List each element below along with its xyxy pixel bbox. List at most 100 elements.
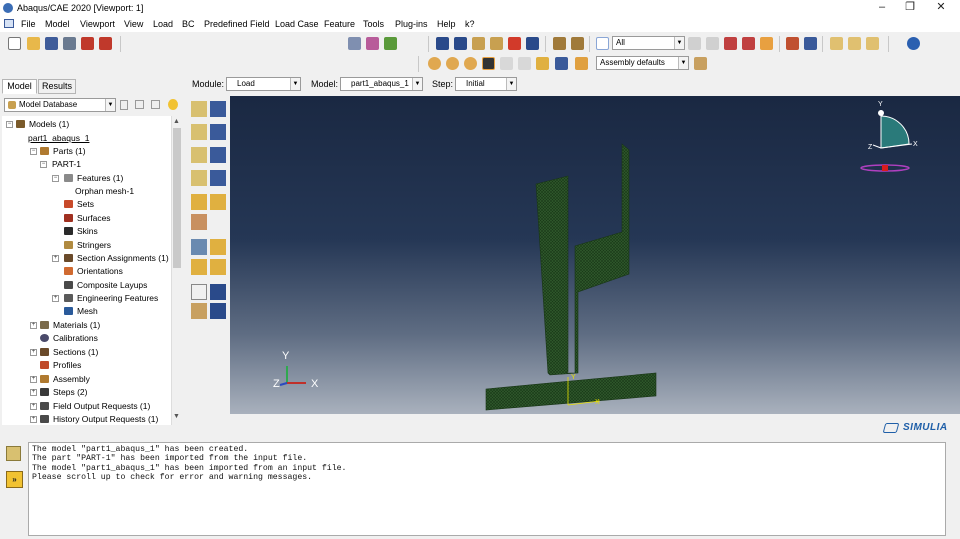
table-icon[interactable] [804,37,817,50]
menu-plugins[interactable]: Plug-ins [395,19,428,29]
tree-item-sets[interactable]: Sets [64,198,94,210]
filter-icon[interactable] [168,99,178,110]
collapse-toggle[interactable]: − [6,121,13,128]
cycle-view-icon[interactable] [526,37,539,50]
new-file-icon[interactable] [8,37,21,50]
info-icon[interactable] [907,37,920,50]
minimize-button[interactable]: – [867,0,897,16]
tree-item-mesh[interactable]: Mesh [64,305,98,317]
tree-item-section-assignments[interactable]: Section Assignments (1) [64,252,169,264]
auto-fit-icon[interactable] [508,37,521,50]
module-combo[interactable]: Load ▼ [226,77,301,91]
load-manager-icon[interactable] [210,101,226,117]
print-icon[interactable] [63,37,76,50]
collapse-toggle[interactable]: − [30,148,37,155]
shaded-view-icon[interactable] [384,37,397,50]
view-front-icon[interactable] [848,37,861,50]
query-tool-icon[interactable] [191,303,207,319]
select-arrow-icon[interactable] [596,37,609,50]
tree-item-assembly[interactable]: Assembly [40,373,90,385]
load-case-manager-icon[interactable] [210,170,226,186]
save-icon[interactable] [45,37,58,50]
meshed-part[interactable] [485,143,657,411]
tree-item-skins[interactable]: Skins [64,225,98,237]
menu-feature[interactable]: Feature [324,19,355,29]
expand-toggle[interactable]: + [30,349,37,356]
expand-toggle[interactable]: + [30,416,37,423]
maximize-button[interactable]: ❐ [895,0,925,16]
menu-load[interactable]: Load [153,19,173,29]
pan-icon[interactable] [436,37,449,50]
model-database-combo[interactable]: Model Database ▼ [4,98,116,112]
special-icon[interactable] [191,214,207,230]
color-view-icon[interactable] [366,37,379,50]
tree-item-parts[interactable]: Parts (1) [40,145,86,157]
menu-file[interactable]: File [21,19,36,29]
tree-scrollbar[interactable]: ▲ ▼ [171,116,182,425]
tree-item-features[interactable]: Features (1) [64,172,123,184]
expand-toggle[interactable]: + [52,255,59,262]
tree-item-models[interactable]: Models (1) [16,118,69,130]
menu-predefined-field[interactable]: Predefined Field [204,19,270,29]
tree-item-model[interactable]: part1_abaqus_1 [28,132,89,144]
tree-item-stringers[interactable]: Stringers [64,239,111,251]
menu-help[interactable]: Help [437,19,456,29]
datum-csys-icon[interactable] [210,284,226,300]
tab-results[interactable]: Results [38,79,76,94]
render-icon[interactable] [571,37,584,50]
expand-toggle[interactable]: + [30,403,37,410]
menu-bc[interactable]: BC [182,19,195,29]
render-style-combo[interactable]: Assembly defaults ▼ [596,56,689,70]
select-chain-icon[interactable] [742,37,755,50]
amplitude-manager-icon[interactable] [210,194,226,210]
select-drag-icon[interactable] [724,37,737,50]
tree-item-calibrations[interactable]: Calibrations [40,332,98,344]
expand-toggle[interactable]: + [30,322,37,329]
tree-item-engineering-features[interactable]: Engineering Features [64,292,158,304]
sort-icon[interactable] [120,100,128,110]
create-load-icon[interactable] [191,101,207,117]
scroll-thumb[interactable] [173,128,181,268]
create-load-case-icon[interactable] [191,170,207,186]
partition-icon[interactable] [191,239,207,255]
select-box-icon[interactable] [706,37,719,50]
menu-model[interactable]: Model [45,19,70,29]
query-icon[interactable] [786,37,799,50]
zoom-box-icon[interactable] [490,37,503,50]
magnify-icon[interactable] [472,37,485,50]
create-bc-icon[interactable] [191,124,207,140]
tree-item-steps[interactable]: Steps (2) [40,386,88,398]
tree-item-history-output-requests[interactable]: History Output Requests (1) [40,413,158,425]
message-area-icon[interactable] [6,446,21,461]
view-side-icon[interactable] [866,37,879,50]
menu-load-case[interactable]: Load Case [275,19,319,29]
expand-toggle[interactable]: + [30,376,37,383]
expand-icon[interactable] [151,100,160,109]
align-icon[interactable] [553,37,566,50]
menu-tools[interactable]: Tools [363,19,384,29]
system-menu-icon[interactable] [4,19,14,28]
collapse-toggle[interactable]: − [52,175,59,182]
create-set-icon[interactable] [191,259,207,275]
expand-toggle[interactable]: + [52,295,59,302]
command-line-icon[interactable]: » [6,471,23,488]
step-combo[interactable]: Initial ▼ [455,77,517,91]
beam-icon[interactable] [464,57,477,70]
display-options-icon[interactable] [575,57,588,70]
pin-icon[interactable] [482,57,495,70]
tree-item-orphan-mesh[interactable]: Orphan mesh-1 [75,185,134,197]
selection-filter-combo[interactable]: All ▼ [612,36,685,50]
expand-toggle[interactable]: + [30,389,37,396]
redo-icon[interactable] [518,57,531,70]
tree-item-profiles[interactable]: Profiles [40,359,81,371]
triad-tool-icon[interactable] [210,303,226,319]
tree-item-field-output-requests[interactable]: Field Output Requests (1) [40,400,150,412]
view-iso-icon[interactable] [830,37,843,50]
collapse-toggle[interactable]: − [40,161,47,168]
context-help-icon[interactable]: k? [465,19,475,29]
collapse-icon[interactable] [135,100,144,109]
amplitude-icon[interactable] [191,194,207,210]
scroll-down-icon[interactable]: ▼ [173,413,180,420]
undo-icon[interactable] [500,57,513,70]
export-icon[interactable] [99,37,112,50]
